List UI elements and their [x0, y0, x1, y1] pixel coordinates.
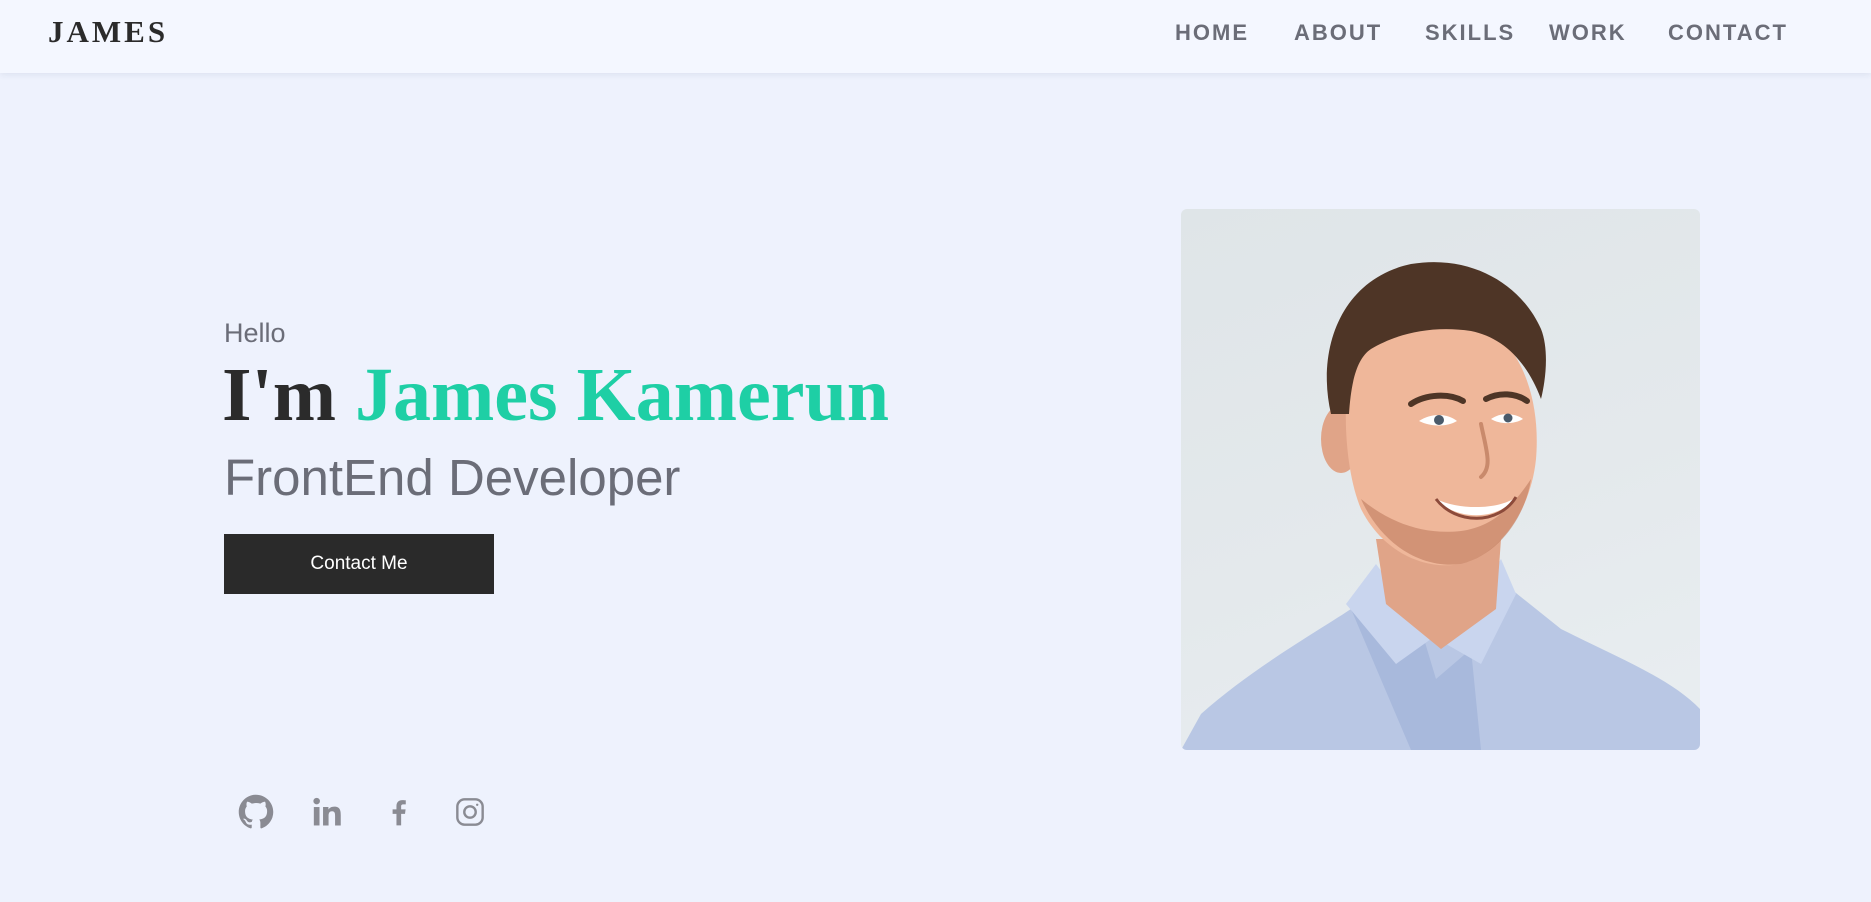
navbar: JAMES HOME ABOUT SKILLS WORK CONTACT — [0, 0, 1871, 73]
hero-name: James Kamerun — [355, 353, 890, 437]
main-nav: HOME ABOUT SKILLS WORK CONTACT — [0, 20, 1871, 50]
headline-prefix: I'm — [222, 353, 336, 437]
nav-link-contact[interactable]: CONTACT — [1668, 20, 1788, 46]
nav-link-skills[interactable]: SKILLS — [1425, 20, 1515, 46]
contact-me-button[interactable]: Contact Me — [224, 534, 494, 594]
hero-headline: I'm James Kamerun — [222, 352, 889, 439]
linkedin-link[interactable] — [308, 792, 348, 832]
linkedin-icon — [313, 797, 341, 826]
facebook-icon — [392, 800, 406, 826]
github-link[interactable] — [236, 792, 276, 832]
github-icon — [238, 794, 274, 829]
hero-role: FrontEnd Developer — [224, 449, 681, 506]
hero-greeting: Hello — [224, 318, 286, 348]
nav-link-work[interactable]: WORK — [1549, 20, 1627, 46]
nav-link-about[interactable]: ABOUT — [1294, 20, 1382, 46]
nav-link-home[interactable]: HOME — [1175, 20, 1249, 46]
instagram-icon — [456, 798, 484, 826]
profile-photo — [1181, 209, 1700, 750]
facebook-link[interactable] — [379, 792, 419, 832]
portrait-illustration — [1181, 262, 1700, 750]
instagram-link[interactable] — [450, 792, 490, 832]
